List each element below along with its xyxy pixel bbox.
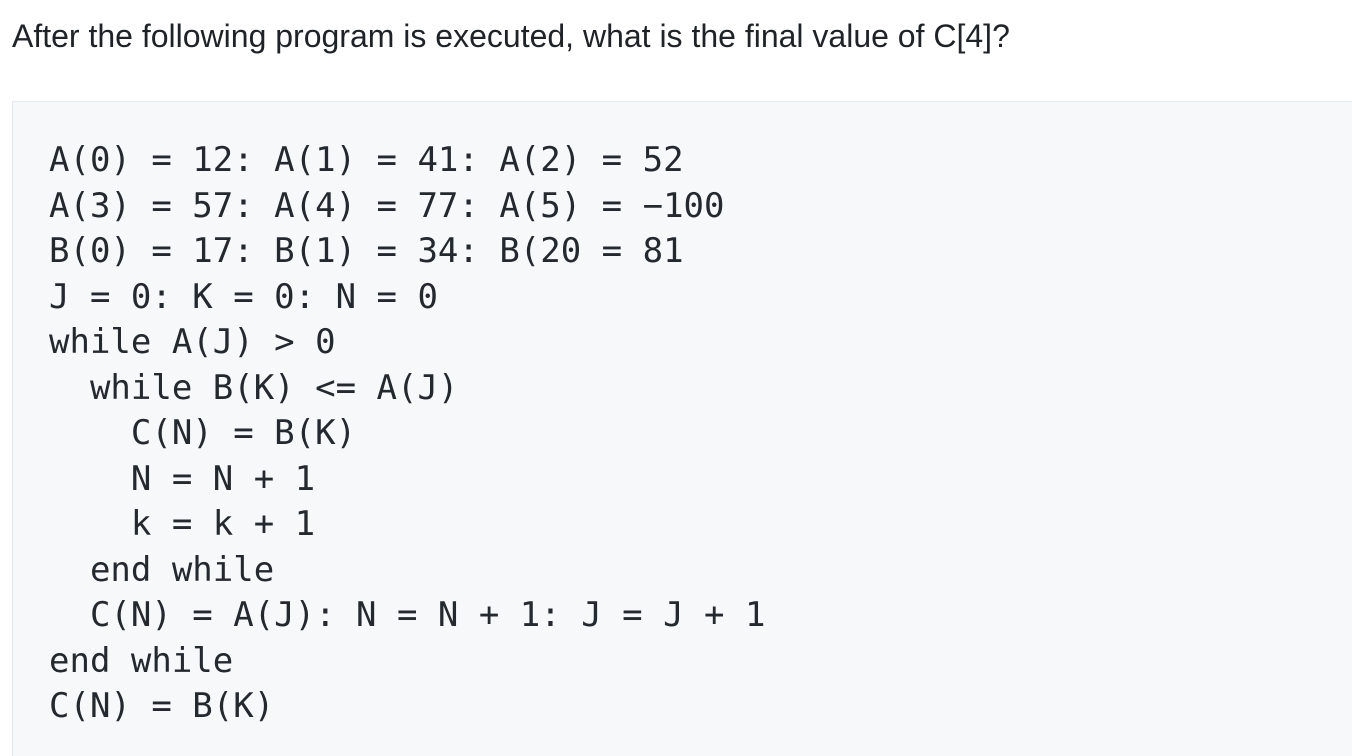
code-line: while A(J) > 0 [49,322,336,362]
code-line: A(0) = 12: A(1) = 41: A(2) = 52 [49,140,684,180]
code-line: end while [49,640,234,681]
code-listing: A(0) = 12: A(1) = 41: A(2) = 52 A(3) = 57… [49,138,765,730]
code-line: C(N) = B(K) [49,686,275,726]
code-line: C(N) = A(J): N = N + 1: J = J + 1 [49,595,766,635]
code-line: N = N + 1 [49,458,316,499]
code-line: B(0) = 17: B(1) = 34: B(20 = 81 [49,231,684,271]
code-line: A(3) = 57: A(4) = 77: A(5) = −100 [49,185,725,226]
code-line: J = 0: K = 0: N = 0 [49,276,438,317]
code-line: k = k + 1 [49,504,316,544]
code-line: end while [49,549,275,590]
code-line: while B(K) <= A(J) [49,367,459,408]
page: After the following program is executed,… [0,0,1352,756]
code-block: A(0) = 12: A(1) = 41: A(2) = 52 A(3) = 57… [12,101,1352,756]
question-text: After the following program is executed,… [12,18,1010,54]
code-line: C(N) = B(K) [49,413,357,453]
